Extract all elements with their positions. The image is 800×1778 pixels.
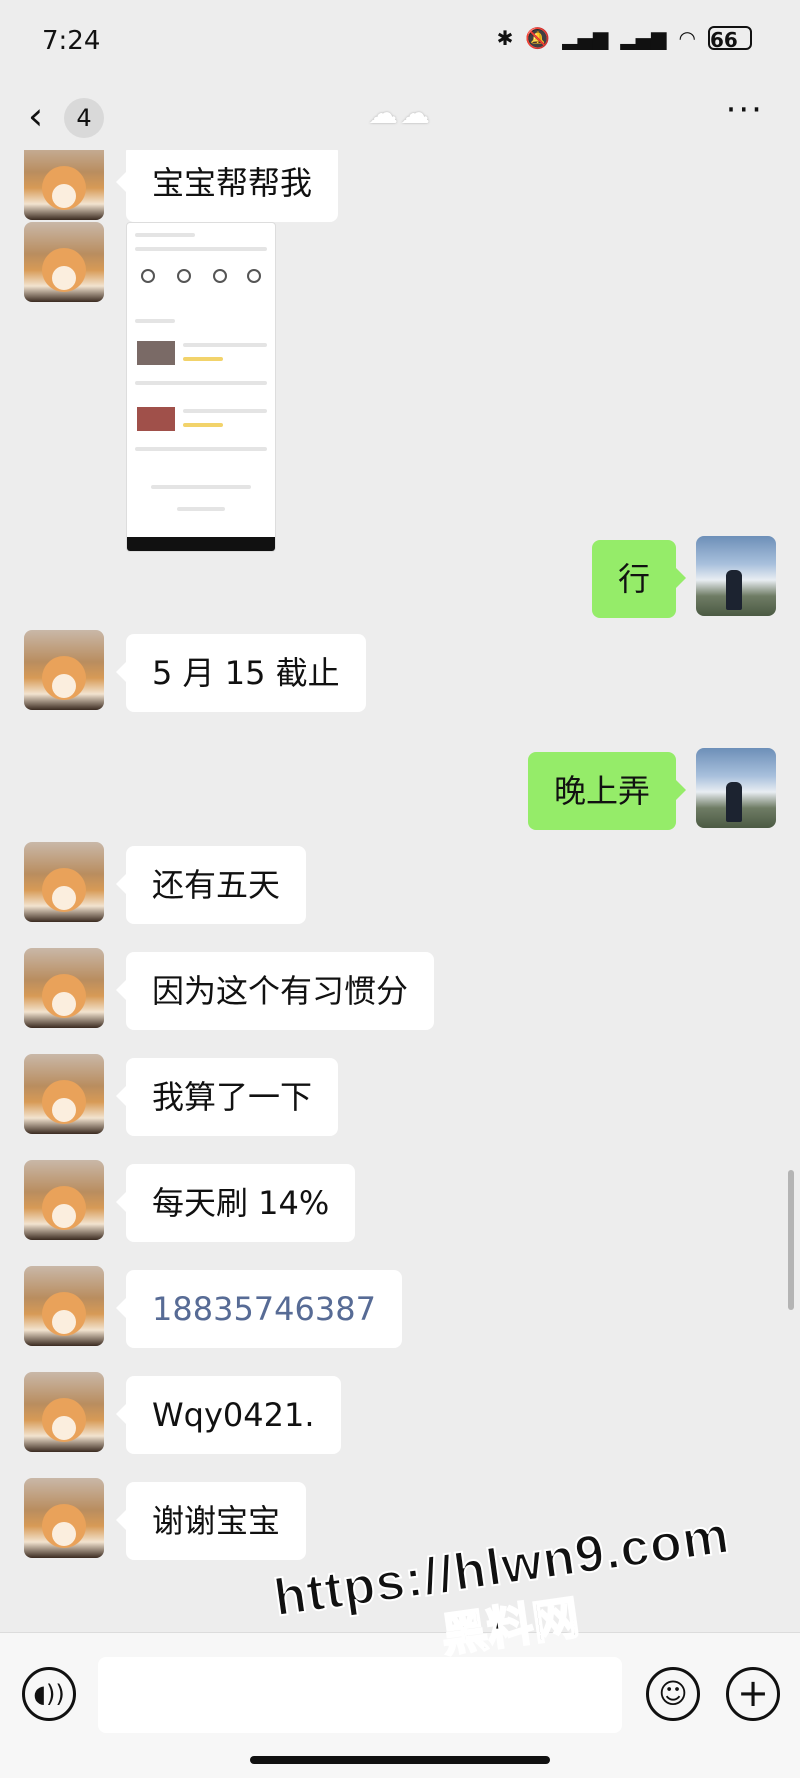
message-bubble[interactable]: 我算了一下 bbox=[115, 1058, 339, 1136]
chat-header: ‹ 4 ☁☁ ··· bbox=[0, 86, 800, 150]
voice-icon[interactable]: ◖)) bbox=[22, 1667, 76, 1721]
my-avatar[interactable] bbox=[696, 536, 776, 616]
message-item: 行 bbox=[0, 536, 800, 626]
emoji-icon[interactable]: ☺ bbox=[646, 1667, 700, 1721]
status-time: 7:24 bbox=[42, 26, 101, 56]
message-item: 宝宝帮帮我 bbox=[0, 150, 800, 230]
contact-avatar[interactable] bbox=[24, 1372, 104, 1452]
bluetooth-icon: ✱ bbox=[496, 26, 514, 50]
status-bar: 7:24 ✱ 🔕 ▂▄▆ ▂▄▆ ◠ 66 bbox=[0, 0, 800, 86]
contact-avatar[interactable] bbox=[24, 948, 104, 1028]
contact-avatar[interactable] bbox=[24, 222, 104, 302]
message-bubble[interactable]: 因为这个有习惯分 bbox=[115, 952, 435, 1030]
message-item bbox=[0, 222, 800, 562]
chat-message-list[interactable]: 宝宝帮帮我 行 5 月 15 截止 晚上弄 还有五天 因为这个有习惯分 我算了一… bbox=[0, 150, 800, 1632]
mute-icon: 🔕 bbox=[525, 26, 551, 50]
message-item: 5 月 15 截止 bbox=[0, 630, 800, 720]
message-bubble[interactable]: 谢谢宝宝 bbox=[115, 1482, 307, 1560]
scrollbar[interactable] bbox=[788, 1170, 794, 1310]
contact-avatar[interactable] bbox=[24, 150, 104, 220]
home-indicator[interactable] bbox=[250, 1756, 550, 1764]
battery-indicator: 66 bbox=[708, 26, 752, 52]
contact-avatar[interactable] bbox=[24, 1160, 104, 1240]
hd-signal-icon: ▂▄▆ bbox=[562, 26, 609, 50]
plus-icon[interactable]: + bbox=[726, 1667, 780, 1721]
phone-number-link[interactable]: 18835746387 bbox=[116, 1270, 402, 1348]
message-bubble[interactable]: 晚上弄 bbox=[527, 752, 687, 830]
contact-avatar[interactable] bbox=[24, 1266, 104, 1346]
message-item: 我算了一下 bbox=[0, 1054, 800, 1144]
message-item: Wqy0421. bbox=[0, 1372, 800, 1462]
chat-title: ☁☁ bbox=[368, 96, 432, 131]
message-item: 还有五天 bbox=[0, 842, 800, 932]
message-item: 因为这个有习惯分 bbox=[0, 948, 800, 1038]
contact-avatar[interactable] bbox=[24, 630, 104, 710]
more-icon[interactable]: ··· bbox=[726, 90, 764, 130]
message-bubble[interactable]: 还有五天 bbox=[115, 846, 307, 924]
message-bubble[interactable]: 5 月 15 截止 bbox=[116, 634, 366, 712]
message-item: 每天刷 14% bbox=[0, 1160, 800, 1250]
contact-avatar[interactable] bbox=[24, 1478, 104, 1558]
message-bubble[interactable]: 宝宝帮帮我 bbox=[115, 150, 339, 222]
status-icons: ✱ 🔕 ▂▄▆ ▂▄▆ ◠ 66 bbox=[496, 26, 752, 52]
contact-avatar[interactable] bbox=[24, 1054, 104, 1134]
contact-avatar[interactable] bbox=[24, 842, 104, 922]
my-avatar[interactable] bbox=[696, 748, 776, 828]
hd-signal-icon: ▂▄▆ bbox=[620, 26, 667, 50]
message-item: 晚上弄 bbox=[0, 748, 800, 838]
image-message[interactable] bbox=[126, 222, 276, 552]
wifi-icon: ◠ bbox=[678, 26, 696, 50]
message-bubble[interactable]: Wqy0421. bbox=[116, 1376, 341, 1454]
message-bubble[interactable]: 行 bbox=[591, 540, 687, 618]
message-bubble[interactable]: 每天刷 14% bbox=[115, 1164, 356, 1242]
message-item: 18835746387 bbox=[0, 1266, 800, 1356]
